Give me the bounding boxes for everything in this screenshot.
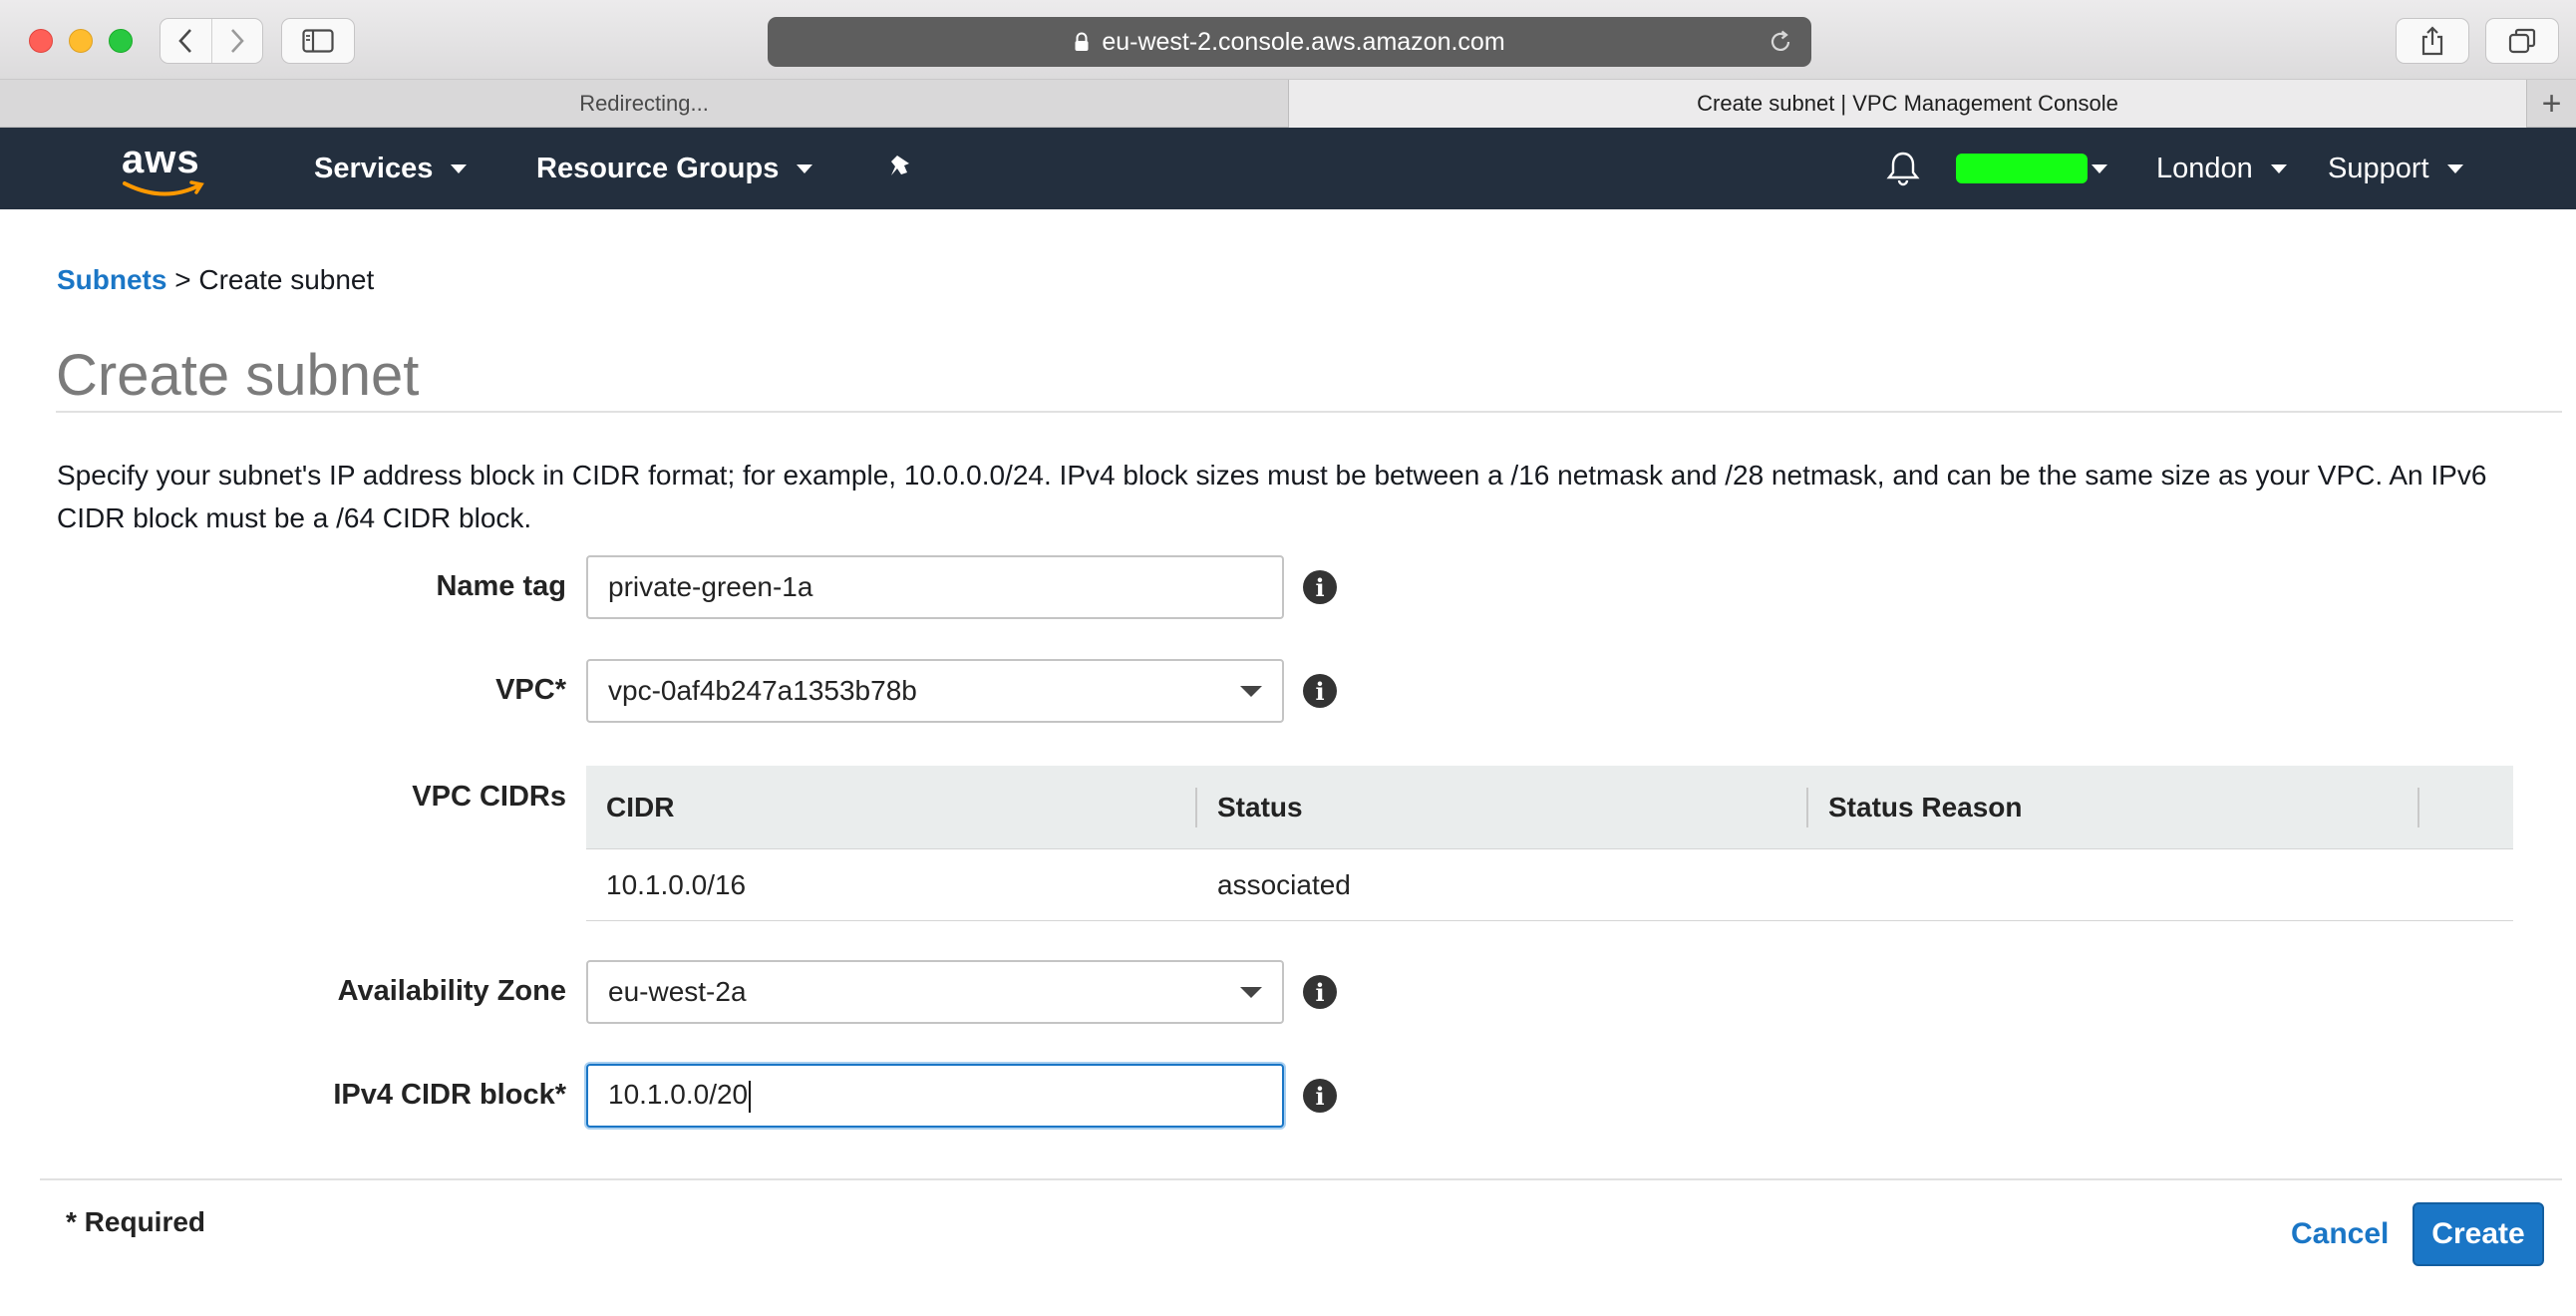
new-tab-button[interactable]: + [2526,80,2576,128]
bell-icon [1886,152,1920,186]
table-header: CIDR Status Status Reason [586,766,2513,849]
tab-overview-button[interactable] [2485,18,2559,64]
name-tag-value: private-green-1a [608,571,813,602]
name-tag-label: Name tag [436,570,566,602]
region-menu[interactable]: London [2156,128,2287,209]
back-button[interactable] [161,19,211,63]
tab-label: Create subnet | VPC Management Console [1697,91,2118,116]
info-icon[interactable]: i [1303,570,1337,604]
vpc-cidrs-label: VPC CIDRs [412,781,566,813]
column-header-status[interactable]: Status [1197,766,1808,849]
aws-logo[interactable]: aws [122,140,207,204]
account-name-redacted [1956,154,2088,183]
aws-top-nav: aws Services Resource Groups London Supp… [0,128,2576,209]
smile-icon [123,180,204,196]
breadcrumb-current: Create subnet [198,264,375,295]
text-cursor [749,1080,752,1113]
region-label: London [2156,152,2253,184]
account-menu[interactable] [1956,128,2107,209]
resource-groups-label: Resource Groups [536,152,780,184]
forward-button[interactable] [210,19,262,63]
browser-titlebar: eu-west-2.console.aws.amazon.com [0,0,2576,80]
breadcrumb-separator: > [174,264,191,295]
tab-redirecting[interactable]: Redirecting... [0,80,1288,128]
column-header-cidr[interactable]: CIDR [586,766,1197,849]
pin-icon [891,156,909,175]
chevron-down-icon [797,164,813,173]
url-text: eu-west-2.console.aws.amazon.com [1102,27,1505,56]
sidebar-icon [302,29,334,53]
ipv4-cidr-value-wrap: 10.1.0.0/20 [608,1079,1262,1113]
page-title: Create subnet [56,343,420,408]
notifications-button[interactable] [1886,128,1920,209]
tab-strip: Redirecting... Create subnet | VPC Manag… [0,80,2576,128]
resource-groups-menu[interactable]: Resource Groups [536,128,813,209]
ipv4-cidr-input[interactable]: 10.1.0.0/20 [586,1064,1284,1128]
column-header-label: Status [1217,792,1303,822]
sidebar-toggle-button[interactable] [281,18,355,64]
services-menu[interactable]: Services [314,128,468,209]
availability-zone-label: Availability Zone [337,975,566,1007]
plus-icon: + [2541,84,2562,123]
vpc-value: vpc-0af4b247a1353b78b [608,675,917,706]
column-header-label: CIDR [606,792,675,822]
availability-zone-value: eu-west-2a [608,976,747,1007]
required-note: * Required [66,1206,206,1237]
vpc-select[interactable]: vpc-0af4b247a1353b78b [586,659,1284,723]
ipv4-cidr-label: IPv4 CIDR block* [333,1079,566,1111]
info-icon[interactable]: i [1303,1079,1337,1113]
availability-zone-select[interactable]: eu-west-2a [586,960,1284,1024]
tab-create-subnet[interactable]: Create subnet | VPC Management Console [1288,80,2526,128]
ipv4-cidr-value: 10.1.0.0/20 [608,1079,749,1111]
chevron-left-icon [178,29,192,53]
column-header-status-reason[interactable]: Status Reason [1808,766,2419,849]
tab-label: Redirecting... [579,91,709,116]
chevron-down-icon [451,164,468,173]
vpc-cidrs-table: CIDR Status Status Reason 10.1.0.0/16 as… [586,766,2513,921]
info-icon[interactable]: i [1303,975,1337,1009]
support-menu[interactable]: Support [2328,128,2463,209]
name-tag-input[interactable]: private-green-1a [586,555,1284,619]
chevron-down-icon [2446,164,2463,173]
tabs-icon [2508,28,2536,54]
cancel-button[interactable]: Cancel [2291,1217,2389,1251]
status-cell: associated [1217,869,1351,900]
pin-button[interactable] [887,128,915,209]
share-icon [2421,26,2443,56]
create-button[interactable]: Create [2413,1202,2544,1266]
close-window-button[interactable] [29,29,53,53]
share-button[interactable] [2396,18,2469,64]
chevron-down-icon [1240,986,1262,998]
breadcrumb-subnets-link[interactable]: Subnets [57,264,166,295]
vpc-label: VPC* [495,674,566,706]
history-nav [160,18,263,64]
aws-logo-text: aws [122,138,200,181]
table-row: 10.1.0.0/16 associated [586,849,2513,921]
title-divider [56,411,2562,413]
minimize-window-button[interactable] [69,29,93,53]
chevron-down-icon [1240,685,1262,697]
services-label: Services [314,152,434,184]
zoom-window-button[interactable] [109,29,133,53]
info-icon[interactable]: i [1303,674,1337,708]
cidr-cell: 10.1.0.0/16 [606,869,747,900]
reload-icon[interactable] [1768,29,1793,62]
breadcrumb: Subnets > Create subnet [57,264,374,296]
chevron-right-icon [231,29,244,53]
support-label: Support [2328,152,2429,184]
status-reason-cell [1808,849,2419,921]
footer-divider [40,1178,2562,1180]
lock-icon [1074,32,1090,52]
page-description: Specify your subnet's IP address block i… [57,460,2487,533]
address-bar[interactable]: eu-west-2.console.aws.amazon.com [768,17,1811,67]
column-header-label: Status Reason [1828,792,2023,822]
column-header-spacer [2419,766,2513,849]
chevron-down-icon [2092,164,2107,173]
chevron-down-icon [2270,164,2287,173]
